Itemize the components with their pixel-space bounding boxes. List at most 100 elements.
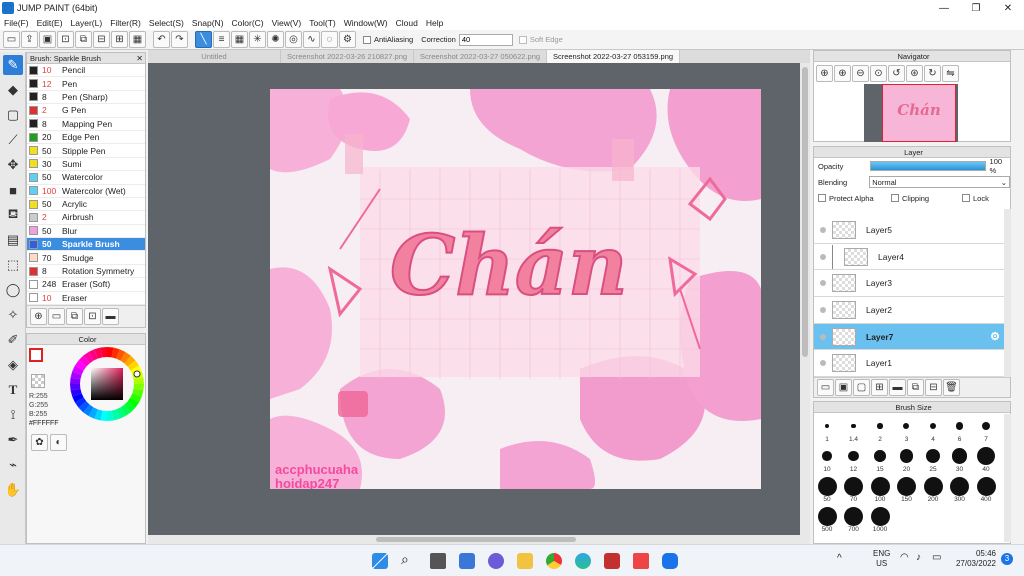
wifi-icon[interactable]: ◠ (900, 552, 909, 563)
protect-alpha-checkbox[interactable] (818, 194, 826, 202)
close-button[interactable]: ✕ (992, 0, 1024, 16)
horizontal-scroll-thumb[interactable] (376, 537, 576, 542)
brush-size-dot[interactable] (951, 448, 968, 464)
eraser-tool-icon[interactable]: ◆ (3, 80, 23, 100)
primary-color-swatch[interactable] (29, 348, 43, 362)
vertical-scroll-thumb[interactable] (802, 67, 808, 357)
brush-item[interactable]: 50 Blur (27, 225, 145, 239)
select-pen-icon[interactable]: ✐ (3, 330, 23, 350)
rotate-left-icon[interactable]: ↺ (888, 65, 905, 82)
brush-size-dot[interactable] (848, 450, 859, 462)
visibility-icon[interactable] (820, 306, 826, 313)
new-layer-icon[interactable]: ▭ (817, 379, 834, 396)
layer-row[interactable]: Layer3 (814, 270, 1004, 298)
visibility-icon[interactable] (820, 226, 826, 233)
artwork-canvas[interactable]: Chán accphucuaha hoidap247 (270, 89, 761, 489)
brush-size-dot[interactable] (870, 506, 890, 526)
brush-size-dot[interactable] (923, 476, 943, 496)
zoom-out-icon[interactable]: ⊖ (852, 65, 869, 82)
layer-row[interactable]: Layer5 (814, 217, 1004, 244)
tab-screenshot-1[interactable]: Screenshot 2022-03-26 210827.png (281, 50, 414, 63)
brush-item[interactable]: 20 Edge Pen (27, 131, 145, 145)
brush-size-dot[interactable] (977, 447, 995, 465)
teams-icon[interactable] (488, 553, 504, 569)
merge-layer-icon[interactable]: ⊟ (925, 379, 942, 396)
clock[interactable]: 05:46 27/03/2022 (950, 549, 996, 569)
notification-badge[interactable]: 3 (1001, 553, 1013, 565)
brush-size-dot[interactable] (817, 476, 837, 496)
brush-item[interactable]: 10 Pencil (27, 64, 145, 78)
minimize-button[interactable]: — (928, 0, 960, 16)
brush-folder-icon[interactable]: ▬ (102, 308, 119, 325)
brush-size-dot[interactable] (877, 423, 883, 429)
menu-cloud[interactable]: Cloud (392, 18, 422, 28)
brush-new-icon[interactable]: ▭ (48, 308, 65, 325)
brush-size-dot[interactable] (874, 450, 886, 462)
snap-radial-icon[interactable]: ✺ (267, 31, 284, 48)
menu-snap[interactable]: Snap(N) (188, 18, 228, 28)
snap-settings-icon[interactable]: ⚙ (339, 31, 356, 48)
blending-select[interactable]: Normal ⌄ (869, 176, 1010, 188)
snap-parallel-icon[interactable]: ≡ (213, 31, 230, 48)
zalo-icon[interactable] (662, 553, 678, 569)
delete-layer-icon[interactable]: 🗑 (943, 379, 960, 396)
brush-size-dot[interactable] (870, 476, 890, 496)
horizontal-scrollbar[interactable] (148, 535, 810, 544)
brush-size-dot[interactable] (925, 448, 941, 464)
vertical-scrollbar[interactable] (800, 63, 810, 535)
magic-wand-icon[interactable]: ✧ (3, 305, 23, 325)
layer-add-menu-icon[interactable]: ⊞ (871, 379, 888, 396)
layer-row[interactable]: Layer2 (814, 297, 1004, 324)
visibility-icon[interactable] (820, 360, 826, 367)
flip-icon[interactable]: ⇋ (942, 65, 959, 82)
zoom-actual-icon[interactable]: ⊙ (870, 65, 887, 82)
snap-grid-icon[interactable]: ▦ (231, 31, 248, 48)
brush-item[interactable]: 8 Rotation Symmetry (27, 265, 145, 279)
file-explorer-icon[interactable] (517, 553, 533, 569)
lasso-tool-icon[interactable]: ◯ (3, 280, 23, 300)
brush-size-scrollbar[interactable] (1004, 414, 1011, 542)
rotate-reset-icon[interactable]: ⊛ (906, 65, 923, 82)
opacity-slider[interactable] (869, 161, 986, 171)
duplicate-layer-icon[interactable]: ⧉ (907, 379, 924, 396)
store-icon[interactable] (633, 553, 649, 569)
brush-size-dot[interactable] (950, 476, 969, 496)
zoom-in-icon[interactable]: ⊕ (834, 65, 851, 82)
chrome-icon[interactable] (546, 553, 562, 569)
visibility-icon[interactable] (820, 333, 826, 340)
eyedropper-tool-icon[interactable]: ✒ (3, 430, 23, 450)
snap-ellipse-icon[interactable]: ◌ (321, 31, 338, 48)
brush-size-dot[interactable] (844, 506, 863, 526)
brush-item[interactable]: 248 Eraser (Soft) (27, 278, 145, 292)
search-icon[interactable]: ⌕ (401, 551, 409, 568)
brush-item[interactable]: 50 Stipple Pen (27, 144, 145, 158)
copy-icon[interactable]: ⧉ (75, 31, 92, 48)
palette-icon[interactable]: ✿ (31, 434, 48, 451)
brush-item[interactable]: 8 Mapping Pen (27, 118, 145, 131)
visibility-icon[interactable] (820, 280, 826, 287)
menu-filter[interactable]: Filter(R) (106, 18, 145, 28)
brush-size-dot[interactable] (844, 476, 863, 496)
antialias-checkbox[interactable] (363, 35, 371, 44)
snap-curve-icon[interactable]: ∿ (303, 31, 320, 48)
tab-screenshot-2[interactable]: Screenshot 2022-03-27 050622.png (414, 50, 547, 63)
brush-item[interactable]: 50 Acrylic (27, 198, 145, 212)
brush-size-dot[interactable] (955, 422, 964, 430)
canvas-area[interactable]: Chán accphucuaha hoidap247 (148, 63, 800, 535)
layer-settings-icon[interactable]: ⚙ (990, 330, 1000, 343)
new-color-layer-icon[interactable]: ▣ (835, 379, 852, 396)
redo-icon[interactable]: ↷ (171, 31, 188, 48)
snap-concentric-icon[interactable]: ◎ (285, 31, 302, 48)
close-icon[interactable]: ✕ (136, 53, 143, 64)
bucket-tool-icon[interactable]: ⛾ (3, 205, 23, 225)
brush-size-dot[interactable] (817, 506, 837, 526)
move-tool-icon[interactable]: ✥ (3, 155, 23, 175)
save-icon[interactable]: ▣ (39, 31, 56, 48)
brush-size-dot[interactable] (897, 476, 916, 496)
visibility-icon[interactable] (820, 253, 826, 260)
snap-cross-icon[interactable]: ✳ (249, 31, 266, 48)
operation-tool-icon[interactable]: ⟟ (3, 405, 23, 425)
brush-item[interactable]: 100 Watercolor (Wet) (27, 185, 145, 198)
widgets-icon[interactable] (459, 553, 475, 569)
gradient-tool-icon[interactable]: ▤ (3, 230, 23, 250)
